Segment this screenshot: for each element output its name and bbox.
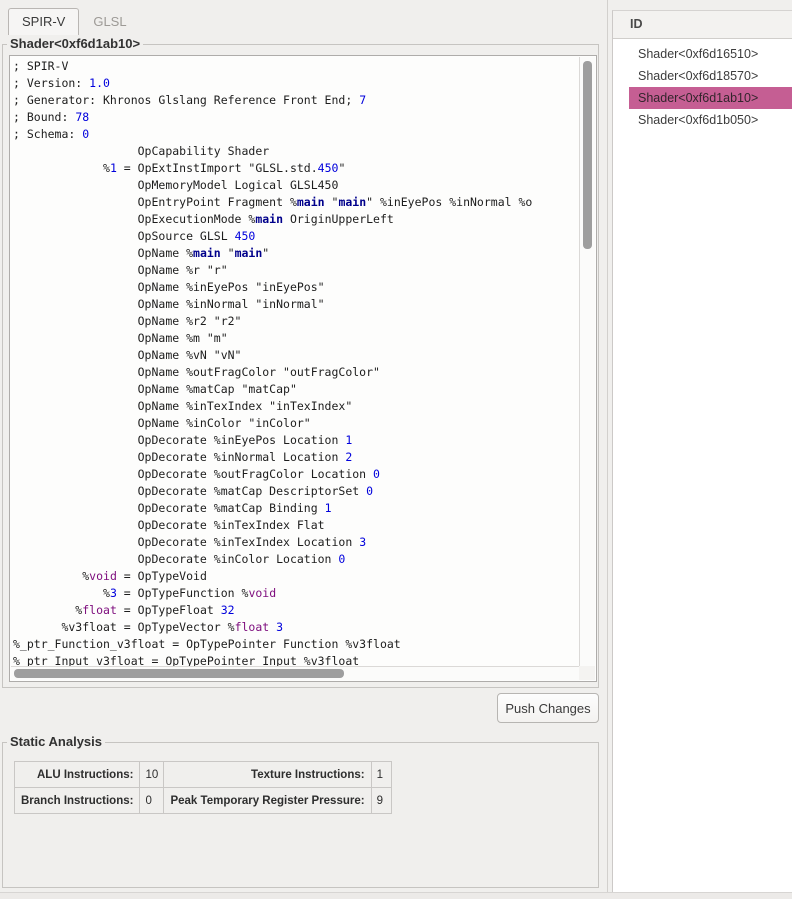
- code-line: OpName %m "m": [13, 330, 579, 347]
- texture-instructions-label: Texture Instructions:: [164, 762, 371, 788]
- code-line: OpEntryPoint Fragment %main "main" %inEy…: [13, 194, 579, 211]
- list-item[interactable]: Shader<0xf6d1ab10>: [629, 87, 792, 109]
- code-line: ; Schema: 0: [13, 126, 579, 143]
- branch-instructions-label: Branch Instructions:: [15, 788, 140, 814]
- branch-instructions-value: 0: [140, 788, 164, 814]
- static-analysis-table: ALU Instructions: 10 Texture Instruction…: [14, 761, 392, 814]
- panel-splitter[interactable]: [607, 0, 608, 892]
- table-row: Branch Instructions: 0 Peak Temporary Re…: [15, 788, 392, 814]
- code-line: OpName %outFragColor "outFragColor": [13, 364, 579, 381]
- code-line: OpName %r "r": [13, 262, 579, 279]
- code-line: OpDecorate %inNormal Location 2: [13, 449, 579, 466]
- code-line: OpDecorate %matCap Binding 1: [13, 500, 579, 517]
- code-line: OpMemoryModel Logical GLSL450: [13, 177, 579, 194]
- alu-instructions-label: ALU Instructions:: [15, 762, 140, 788]
- code-line: OpName %inColor "inColor": [13, 415, 579, 432]
- code-line: ; Version: 1.0: [13, 75, 579, 92]
- peak-register-pressure-label: Peak Temporary Register Pressure:: [164, 788, 371, 814]
- code-line: OpName %inEyePos "inEyePos": [13, 279, 579, 296]
- code-line: OpDecorate %inColor Location 0: [13, 551, 579, 568]
- code-line: ; SPIR-V: [13, 58, 579, 75]
- code-line: %v3float = OpTypeVector %float 3: [13, 619, 579, 636]
- vertical-scrollbar-thumb[interactable]: [583, 61, 592, 249]
- code-line: OpSource GLSL 450: [13, 228, 579, 245]
- table-row: ALU Instructions: 10 Texture Instruction…: [15, 762, 392, 788]
- code-line: OpName %vN "vN": [13, 347, 579, 364]
- code-line: OpDecorate %inTexIndex Flat: [13, 517, 579, 534]
- tab-bar: SPIR-V GLSL: [8, 8, 141, 35]
- scrollbar-corner: [579, 666, 595, 680]
- static-analysis-title: Static Analysis: [7, 734, 105, 749]
- code-line: %_ptr_Input_v3float = OpTypePointer Inpu…: [13, 653, 579, 666]
- list-item[interactable]: Shader<0xf6d18570>: [613, 65, 792, 87]
- shader-editor-panel: SPIR-V GLSL Shader<0xf6d1ab10> ; SPIR-V;…: [0, 0, 608, 899]
- horizontal-scrollbar-thumb[interactable]: [14, 669, 344, 678]
- static-analysis-groupbox: Static Analysis ALU Instructions: 10 Tex…: [2, 742, 599, 888]
- shader-groupbox: Shader<0xf6d1ab10> ; SPIR-V; Version: 1.…: [2, 44, 599, 688]
- code-line: OpName %r2 "r2": [13, 313, 579, 330]
- code-line: OpName %matCap "matCap": [13, 381, 579, 398]
- code-line: OpExecutionMode %main OriginUpperLeft: [13, 211, 579, 228]
- shader-groupbox-title: Shader<0xf6d1ab10>: [7, 36, 143, 51]
- push-changes-button[interactable]: Push Changes: [497, 693, 599, 723]
- list-item[interactable]: Shader<0xf6d1b050>: [613, 109, 792, 131]
- code-line: %void = OpTypeVoid: [13, 568, 579, 585]
- code-line: OpName %inNormal "inNormal": [13, 296, 579, 313]
- code-line: OpDecorate %inEyePos Location 1: [13, 432, 579, 449]
- code-line: OpName %inTexIndex "inTexIndex": [13, 398, 579, 415]
- window-footer: [0, 892, 792, 899]
- shader-list-panel: ID Shader<0xf6d16510>Shader<0xf6d18570>S…: [612, 10, 792, 892]
- shader-list: Shader<0xf6d16510>Shader<0xf6d18570>Shad…: [613, 39, 792, 131]
- code-line: OpName %main "main": [13, 245, 579, 262]
- tab-spirv[interactable]: SPIR-V: [8, 8, 79, 35]
- code-line: %_ptr_Function_v3float = OpTypePointer F…: [13, 636, 579, 653]
- spirv-code-editor[interactable]: ; SPIR-V; Version: 1.0; Generator: Khron…: [9, 55, 597, 682]
- alu-instructions-value: 10: [140, 762, 164, 788]
- vertical-scrollbar[interactable]: [579, 57, 595, 666]
- texture-instructions-value: 1: [371, 762, 391, 788]
- peak-register-pressure-value: 9: [371, 788, 391, 814]
- code-line: ; Bound: 78: [13, 109, 579, 126]
- code-line: OpDecorate %outFragColor Location 0: [13, 466, 579, 483]
- code-line: %3 = OpTypeFunction %void: [13, 585, 579, 602]
- list-item[interactable]: Shader<0xf6d16510>: [613, 43, 792, 65]
- code-line: OpCapability Shader: [13, 143, 579, 160]
- tab-glsl[interactable]: GLSL: [79, 8, 140, 35]
- code-line: ; Generator: Khronos Glslang Reference F…: [13, 92, 579, 109]
- code-line: %1 = OpExtInstImport "GLSL.std.450": [13, 160, 579, 177]
- spirv-disassembly-text[interactable]: ; SPIR-V; Version: 1.0; Generator: Khron…: [10, 56, 579, 666]
- code-line: OpDecorate %matCap DescriptorSet 0: [13, 483, 579, 500]
- shader-list-header: ID: [613, 11, 792, 39]
- code-line: %float = OpTypeFloat 32: [13, 602, 579, 619]
- code-line: OpDecorate %inTexIndex Location 3: [13, 534, 579, 551]
- horizontal-scrollbar[interactable]: [11, 666, 579, 680]
